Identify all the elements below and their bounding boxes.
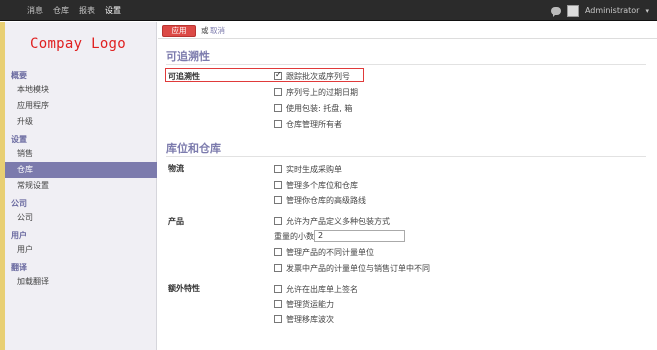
traceability-group-label: 可追溯性 (168, 72, 200, 81)
option-multi-packaging[interactable]: 允许为产品定义多种包装方式 (274, 215, 390, 227)
sidebar-item-users[interactable]: 用户 (5, 242, 157, 258)
sidebar: Compay Logo 概要 本地模块 应用程序 升级 设置 销售 仓库 常规设… (0, 22, 157, 350)
top-menu-messages[interactable]: 消息 (22, 0, 48, 21)
checkbox[interactable] (274, 181, 282, 189)
option-invoice-uom[interactable]: 发票中产品的计量单位与销售订单中不同 (274, 262, 430, 274)
sidebar-nav: 概要 本地模块 应用程序 升级 设置 销售 仓库 常规设置 公司 公司 用户 用… (5, 69, 157, 290)
sidebar-item-warehouse[interactable]: 仓库 (5, 162, 157, 178)
checkbox[interactable] (274, 165, 282, 173)
top-menu: 消息 仓库 报表 设置 (22, 0, 126, 21)
user-menu[interactable]: Administrator (585, 6, 640, 15)
apply-button[interactable]: 应用 (162, 25, 196, 37)
checkbox[interactable] (274, 300, 282, 308)
extra-features-label: 额外特性 (168, 284, 200, 293)
company-logo[interactable]: Compay Logo (30, 36, 126, 52)
option-multi-uom[interactable]: 管理产品的不同计量单位 (274, 246, 374, 258)
sidebar-item-local-modules[interactable]: 本地模块 (5, 82, 157, 98)
option-capacity[interactable]: 管理货运能力 (274, 298, 334, 310)
option-label: 使用包装: 托盘, 箱 (286, 103, 353, 113)
settings-form: 可追溯性 可追溯性 跟踪批次或序列号 序列号上的过期日期 使用包装: 托盘, 箱… (158, 40, 657, 350)
checkbox[interactable] (274, 217, 282, 225)
sidebar-section-overview: 概要 (11, 71, 27, 80)
chat-icon[interactable] (550, 6, 561, 17)
cancel-link[interactable]: 取消 (210, 25, 225, 37)
section-divider (166, 156, 646, 157)
option-multi-locations[interactable]: 管理多个库位和仓库 (274, 179, 358, 191)
option-track-lots[interactable]: 跟踪批次或序列号 (274, 70, 350, 82)
action-bar: 应用 或 取消 (158, 22, 657, 39)
option-advanced-routes[interactable]: 管理你仓库的高级路线 (274, 194, 366, 206)
sidebar-item-sales[interactable]: 销售 (5, 146, 157, 162)
decimal-precision-input[interactable]: 2 (314, 230, 405, 242)
option-waves[interactable]: 管理移库波次 (274, 313, 334, 325)
sidebar-item-load-translation[interactable]: 加载翻译 (5, 274, 157, 290)
option-label: 仓库管理所有者 (286, 119, 342, 129)
option-owner[interactable]: 仓库管理所有者 (274, 118, 342, 130)
logistics-label: 物流 (168, 164, 184, 173)
top-menu-settings[interactable]: 设置 (100, 0, 126, 21)
option-realtime-po[interactable]: 实时生成采购单 (274, 163, 342, 175)
option-label: 允许为产品定义多种包装方式 (286, 216, 390, 226)
option-label: 管理货运能力 (286, 299, 334, 309)
traceability-title: 可追溯性 (166, 50, 210, 63)
option-label: 管理你仓库的高级路线 (286, 195, 366, 205)
sidebar-item-apps[interactable]: 应用程序 (5, 98, 157, 114)
sidebar-item-company[interactable]: 公司 (5, 210, 157, 226)
option-label: 管理产品的不同计量单位 (286, 247, 374, 257)
top-menu-reports[interactable]: 报表 (74, 0, 100, 21)
product-label: 产品 (168, 217, 184, 226)
sidebar-section-users: 用户 (11, 231, 27, 240)
checkbox[interactable] (274, 315, 282, 323)
option-label: 序列号上的过期日期 (286, 87, 358, 97)
option-expiration-dates[interactable]: 序列号上的过期日期 (274, 86, 358, 98)
sidebar-item-general-settings[interactable]: 常规设置 (5, 178, 157, 194)
sidebar-section-settings: 设置 (11, 135, 27, 144)
option-label: 实时生成采购单 (286, 164, 342, 174)
option-label: 管理多个库位和仓库 (286, 180, 358, 190)
option-label: 允许在出库单上签名 (286, 284, 358, 294)
or-label: 或 (201, 26, 209, 35)
checkbox[interactable] (274, 248, 282, 256)
option-signature[interactable]: 允许在出库单上签名 (274, 283, 358, 295)
chevron-down-icon[interactable]: ▾ (645, 7, 649, 15)
checkbox[interactable] (274, 88, 282, 96)
checkbox-checked[interactable] (274, 70, 282, 80)
avatar[interactable] (566, 4, 579, 17)
option-label: 跟踪批次或序列号 (286, 71, 350, 81)
section-divider (166, 64, 646, 65)
checkbox[interactable] (274, 120, 282, 128)
checkbox[interactable] (274, 264, 282, 272)
sidebar-item-upgrade[interactable]: 升级 (5, 114, 157, 130)
top-menu-warehouse[interactable]: 仓库 (48, 0, 74, 21)
checkbox[interactable] (274, 196, 282, 204)
sidebar-section-translation: 翻译 (11, 263, 27, 272)
option-label: 发票中产品的计量单位与销售订单中不同 (286, 263, 430, 273)
user-area: Administrator ▾ (550, 0, 649, 21)
sidebar-section-company: 公司 (11, 199, 27, 208)
checkbox[interactable] (274, 104, 282, 112)
locations-title: 库位和仓库 (166, 142, 221, 155)
option-label: 管理移库波次 (286, 314, 334, 324)
option-packaging[interactable]: 使用包装: 托盘, 箱 (274, 102, 352, 114)
top-bar: 消息 仓库 报表 设置 Administrator ▾ (0, 0, 657, 21)
checkbox[interactable] (274, 285, 282, 293)
